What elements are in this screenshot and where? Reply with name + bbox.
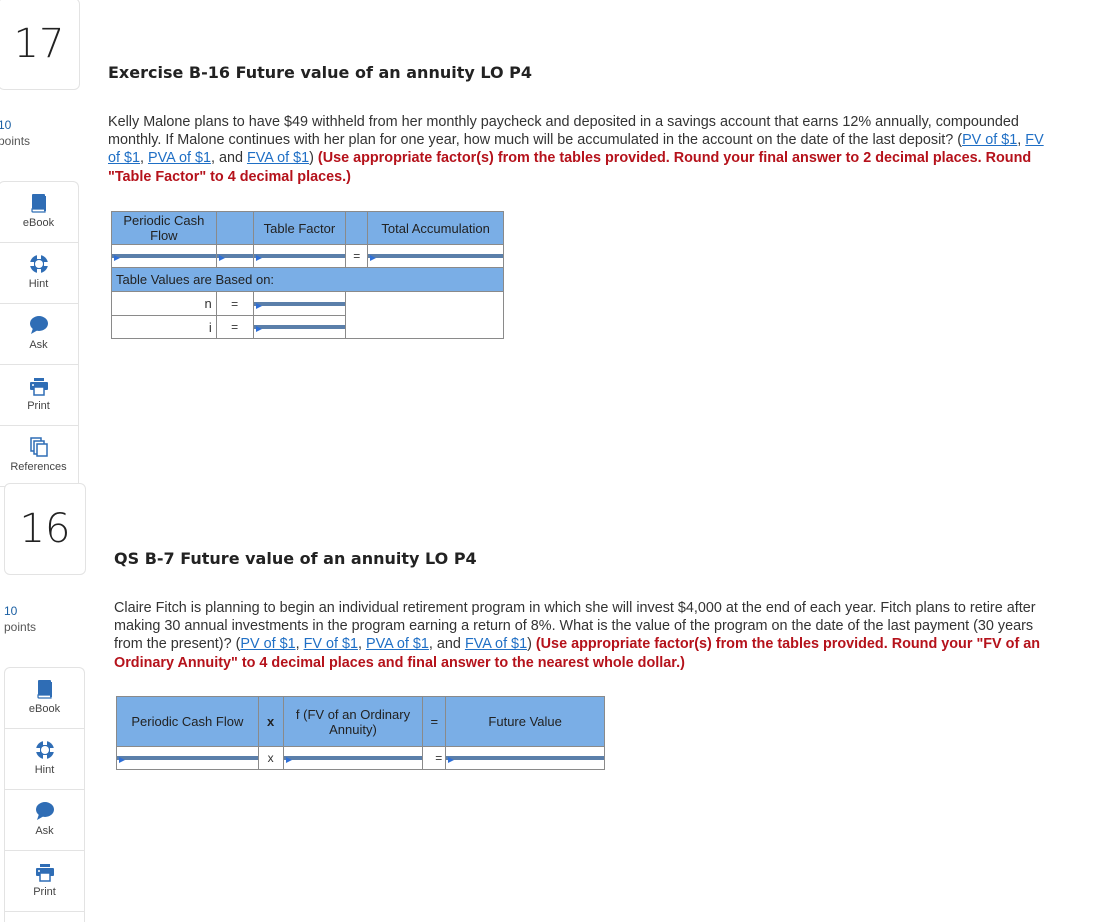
references-label: References [10,461,67,473]
param-n-label: n [111,291,217,316]
header-total-accumulation: Total Accumulation [367,211,504,245]
cell [252,315,347,339]
question-prompt: Claire Fitch is planning to begin an ind… [114,599,1059,672]
points-value: 10 [4,604,18,618]
book-icon [30,194,46,213]
fv-factor-input[interactable] [283,756,423,760]
copy-pages-icon [29,437,48,457]
printer-icon [35,864,54,882]
speech-bubble-icon [29,316,48,334]
header-future-value: Future Value [445,696,605,747]
points-label: points [0,134,31,148]
question-tools: eBook Hint Ask Print References [0,181,79,487]
ask-button[interactable]: Ask [0,304,78,365]
param-i-equals: = [215,315,254,339]
question-number-badge: 17 [0,0,80,90]
header-table-factor: Table Factor [252,211,347,245]
print-button[interactable]: Print [0,365,78,426]
table-factor-input[interactable] [253,254,346,258]
separator: ) [527,636,536,653]
header-operator [215,211,254,245]
ebook-label: eBook [28,703,61,715]
lifebuoy-icon [35,741,54,759]
header-equals [345,211,369,245]
separator: , and [428,636,465,653]
question-tools: eBook Hint Ask Print [4,667,85,922]
cell [215,244,254,268]
pva-table-link[interactable]: PVA of $1 [148,150,211,166]
separator: , [357,636,366,653]
pv-table-link[interactable]: PV of $1 [962,132,1017,148]
points-info: 10 points [4,603,36,635]
speech-bubble-icon [35,802,54,820]
based-on-label: Table Values are Based on: [111,267,504,292]
worksheet-table: Periodic Cash Flow Table Factor Total Ac… [111,211,504,339]
printer-icon [29,378,48,396]
multiply-sign: x [257,746,284,770]
lifebuoy-icon [29,255,48,273]
future-value-input[interactable] [446,756,604,760]
ask-label: Ask [29,339,48,351]
total-accumulation-input[interactable] [368,254,503,258]
param-i-input[interactable] [253,325,346,329]
hint-button[interactable]: Hint [0,243,78,304]
cell [252,291,347,316]
param-n-equals: = [215,291,254,316]
hint-label: Hint [28,278,49,290]
ebook-button[interactable]: eBook [0,182,78,243]
empty-cell [345,291,504,339]
ask-label: Ask [35,825,54,837]
fva-table-link[interactable]: FVA of $1 [247,150,309,166]
references-button[interactable]: References [0,426,78,487]
print-label: Print [33,886,56,898]
param-n-input[interactable] [253,301,346,306]
book-icon [36,680,52,699]
print-label: Print [27,400,50,412]
operator-input[interactable] [216,254,253,258]
cell [282,746,424,770]
pva-table-link[interactable]: PVA of $1 [366,636,429,652]
separator: ) [309,150,318,167]
equals-sign: = [422,746,447,770]
equals-sign: = [345,244,369,268]
question-number-badge: 16 [4,483,86,575]
cell [252,244,347,268]
points-label: points [4,620,37,634]
cell [445,746,605,770]
worksheet-table: Periodic Cash Flow x f (FV of an Ordinar… [116,696,605,770]
periodic-cash-flow-input[interactable] [112,254,216,258]
hint-label: Hint [34,764,55,776]
header-equals: = [422,696,447,747]
question-number: 16 [19,506,71,552]
separator: , [140,150,149,167]
cell [116,746,259,770]
question-prompt: Kelly Malone plans to have $49 withheld … [108,113,1053,186]
pv-table-link[interactable]: PV of $1 [240,636,295,652]
param-i-label: i [111,315,217,339]
prompt-text: Kelly Malone plans to have $49 withheld … [108,114,1019,149]
points-info: 10 points [0,117,30,149]
question-title: QS B-7 Future value of an annuity LO P4 [114,549,477,568]
question-title: Exercise B-16 Future value of an annuity… [108,63,533,82]
header-fv-ordinary-annuity: f (FV of an Ordinary Annuity) [282,696,424,747]
print-button[interactable]: Print [5,851,84,912]
separator: , [295,636,304,653]
cell [367,244,504,268]
header-multiply: x [257,696,284,747]
ask-button[interactable]: Ask [5,790,84,851]
ebook-button[interactable]: eBook [5,668,84,729]
fv-table-link[interactable]: FV of $1 [304,636,358,652]
cell [111,244,217,268]
question-number: 17 [13,21,65,67]
hint-button[interactable]: Hint [5,729,84,790]
periodic-cash-flow-input[interactable] [117,756,258,760]
header-periodic-cash-flow: Periodic Cash Flow [116,696,259,747]
header-periodic-cash-flow: Periodic Cash Flow [111,211,217,245]
separator: , and [210,150,247,167]
points-value: 10 [0,118,12,132]
fva-table-link[interactable]: FVA of $1 [465,636,527,652]
ebook-label: eBook [22,217,55,229]
